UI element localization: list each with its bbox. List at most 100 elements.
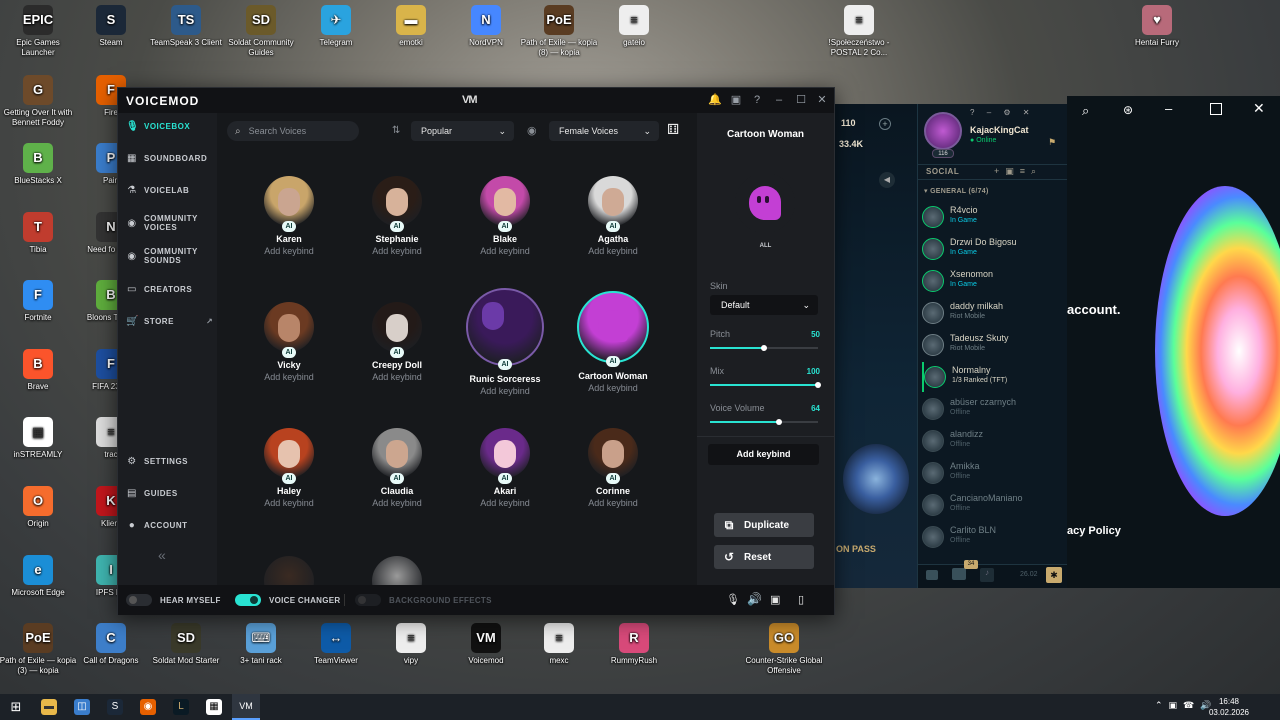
add-keybind-link[interactable]: Add keybind (347, 498, 447, 508)
gamepad-icon[interactable]: ⊛ (1123, 103, 1133, 117)
sort-icon[interactable]: ⇅ (392, 125, 400, 136)
profile-avatar[interactable] (924, 112, 962, 150)
friend-row[interactable]: Tadeusz Skuty Riot Mobile (922, 330, 1064, 360)
desktop-icon[interactable]: N NordVPN (447, 5, 525, 48)
desktop-icon[interactable]: F Fortnite (0, 280, 77, 323)
add-rp-icon[interactable]: + (879, 118, 891, 130)
desktop-icon[interactable]: PoE Path of Exile — kopia (3) — kopia (0, 623, 77, 676)
slider-track[interactable] (710, 382, 821, 388)
friend-row[interactable]: Xsenomon In Game (922, 266, 1064, 296)
slider-knob[interactable] (776, 419, 783, 425)
sidebar-item[interactable]: 🎙 VOICEBOX (126, 121, 214, 132)
desktop-icon[interactable]: B Brave (0, 349, 77, 392)
voice-icon[interactable]: ♪ (980, 568, 994, 582)
add-keybind-link[interactable]: Add keybind (347, 246, 447, 256)
steam-taskbar-icon[interactable]: S (107, 699, 123, 715)
close-icon[interactable]: ✕ (1023, 108, 1030, 117)
skin-dropdown[interactable]: Default ⌄ (710, 295, 818, 315)
zoom-icon[interactable]: ⌕ (1082, 103, 1089, 119)
chat-icon[interactable] (926, 570, 938, 580)
file-explorer-icon[interactable]: ▬ (41, 699, 57, 715)
voice-card[interactable]: AI Stephanie Add keybind (347, 176, 447, 256)
desktop-icon[interactable]: ≡ !Społeczeństwo - POSTAL 2 Co... (820, 5, 898, 58)
desktop-icon[interactable]: ✈ Telegram (297, 5, 375, 48)
voice-card[interactable]: AI Cartoon Woman Add keybind (563, 291, 663, 393)
sidebar-item[interactable]: ▦ SOUNDBOARD (126, 153, 214, 164)
desktop-icon[interactable]: T Tibia (0, 212, 77, 255)
voice-card[interactable]: AI Akari Add keybind (455, 428, 555, 508)
sidebar-item[interactable]: ◉ COMMUNITY VOICES (126, 214, 214, 232)
voice-card[interactable]: AI Agatha Add keybind (563, 176, 663, 256)
start-icon[interactable]: ⊞ (8, 699, 24, 715)
sound-icon[interactable]: ◀ (879, 172, 895, 188)
network-icon[interactable]: ◫ (74, 699, 90, 715)
slider-track[interactable] (710, 345, 818, 351)
instreamly-taskbar-icon[interactable]: ▦ (206, 699, 222, 715)
microphone-icon[interactable]: 🎙 (726, 593, 740, 606)
missions-icon[interactable] (952, 568, 966, 580)
add-keybind-link[interactable]: Add keybind (239, 372, 339, 382)
close-icon[interactable]: ✕ (815, 93, 829, 107)
add-keybind-link[interactable]: Add keybind (563, 498, 663, 508)
help-icon[interactable]: ? (750, 93, 764, 107)
voice-card[interactable]: AI Corinne Add keybind (563, 428, 663, 508)
help-icon[interactable]: ? (970, 108, 974, 117)
sidebar-item[interactable]: ● ACCOUNT (126, 520, 214, 531)
slider-track[interactable] (710, 419, 818, 425)
search-icon[interactable]: ⌕ (1031, 166, 1042, 176)
search-input[interactable]: ⌕ Search Voices (227, 121, 359, 141)
voicemod-taskbar-icon[interactable]: VM (232, 694, 260, 720)
desktop-icon[interactable]: GO Counter-Strike Global Offensive (745, 623, 823, 676)
friend-row[interactable]: abüser czarnych Offline (922, 394, 1064, 424)
stream-icon[interactable]: ▣ (770, 593, 780, 606)
add-keybind-link[interactable]: Add keybind (455, 386, 555, 396)
desktop-icon[interactable]: R RummyRush (595, 623, 673, 666)
friend-row[interactable]: Carlito BLN Offline (922, 522, 1064, 552)
add-keybind-link[interactable]: Add keybind (455, 498, 555, 508)
desktop-icon[interactable]: ▦ inSTREAMLY (0, 417, 77, 460)
sidebar-item[interactable]: ▭ CREATORS (126, 284, 214, 295)
voice-avatar-partial[interactable] (372, 556, 422, 585)
voice-changer-toggle[interactable] (235, 594, 261, 606)
friend-row[interactable]: daddy milkah Riot Mobile (922, 298, 1064, 328)
desktop-icon[interactable]: ♥ Hentai Furry (1118, 5, 1196, 48)
desktop-icon[interactable]: B BlueStacks X (0, 143, 77, 186)
voice-card[interactable]: AI Runic Sorceress Add keybind (455, 288, 555, 396)
desktop-icon[interactable]: TS TeamSpeak 3 Client (147, 5, 225, 48)
sidebar-item[interactable]: ⚙ SETTINGS (126, 456, 214, 467)
sidebar-item[interactable]: ◉ COMMUNITY SOUNDS (126, 247, 214, 265)
sidebar-item[interactable]: ▤ GUIDES (126, 488, 214, 499)
firefox-icon[interactable]: ◉ (140, 699, 156, 715)
sort-dropdown[interactable]: Popular ⌄ (411, 121, 514, 141)
desktop-icon[interactable]: ↔ TeamViewer (297, 623, 375, 666)
window-close-icon[interactable]: ✕ (1253, 100, 1265, 117)
folder-icon[interactable]: ▣ (1005, 166, 1020, 176)
window-minimize-icon[interactable]: – (1165, 101, 1172, 116)
voice-card[interactable]: AI Creepy Doll Add keybind (347, 302, 447, 382)
maximize-icon[interactable]: ☐ (794, 93, 808, 107)
slider-knob[interactable] (815, 382, 821, 388)
desktop-icon[interactable]: SD Soldat Community Guides (222, 5, 300, 58)
desktop-icon[interactable]: ▬ emotki (372, 5, 450, 48)
bug-report-icon[interactable]: ✱ (1046, 567, 1062, 583)
desktop-icon[interactable]: ≡ mexc (520, 623, 598, 666)
collapse-sidebar-icon[interactable]: « (158, 547, 166, 563)
friend-row[interactable]: Amikka Offline (922, 458, 1064, 488)
pass-label[interactable]: ON PASS (835, 544, 910, 558)
desktop-icon[interactable]: G Getting Over It with Bennett Foddy (0, 75, 77, 128)
desktop-icon[interactable]: S Steam (72, 5, 150, 48)
add-keybind-link[interactable]: Add keybind (563, 383, 663, 393)
speaker-icon[interactable]: 🔊 (747, 592, 762, 606)
add-keybind-button[interactable]: Add keybind (708, 444, 819, 465)
add-keybind-link[interactable]: Add keybind (455, 246, 555, 256)
voice-card[interactable]: AI Haley Add keybind (239, 428, 339, 508)
slider-knob[interactable] (761, 345, 767, 351)
friend-row[interactable]: Drzwi Do Bigosu In Game (922, 234, 1064, 264)
sidebar-item[interactable]: ⚗ VOICELAB (126, 185, 214, 196)
discord-icon[interactable]: ▣ (729, 93, 743, 107)
desktop-icon[interactable]: ≡ gateio (595, 5, 673, 48)
add-friend-icon[interactable]: + (994, 166, 1005, 176)
desktop-icon[interactable]: ⌨ 3+ tani rack (222, 623, 300, 666)
desktop-icon[interactable]: C Call of Dragons (72, 623, 150, 666)
friend-row[interactable]: CancianoManiano Offline (922, 490, 1064, 520)
